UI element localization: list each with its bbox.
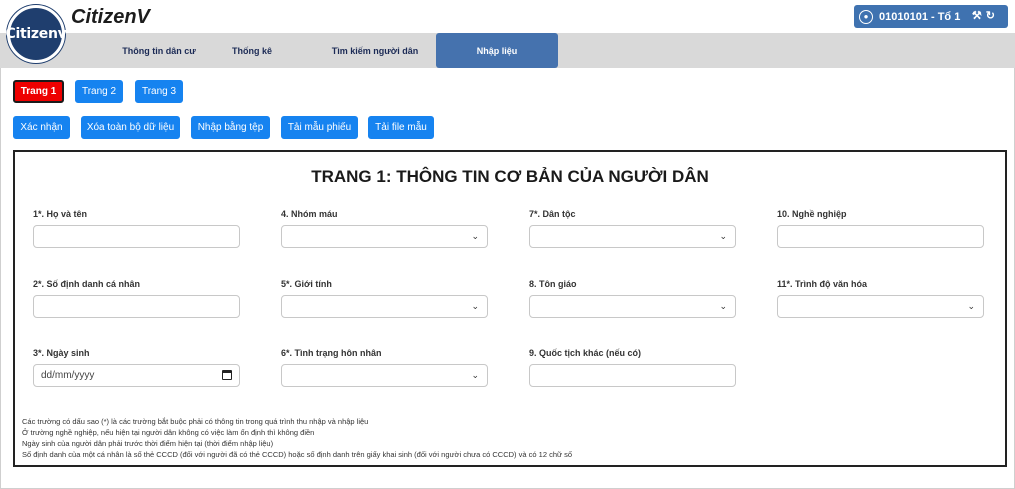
note-line: Ở trường nghề nghiệp, nếu hiện tại người… xyxy=(22,428,315,437)
form-panel: TRANG 1: THÔNG TIN CƠ BẢN CỦA NGƯỜI DÂN … xyxy=(13,150,1007,467)
ton-giao-select[interactable]: ⌄ xyxy=(529,295,736,318)
import-file-button[interactable]: Nhập bằng tệp xyxy=(191,116,270,139)
nghe-nghiep-input[interactable] xyxy=(777,225,984,248)
label-so-dinh-danh: 2*. Số định danh cá nhân xyxy=(33,279,141,289)
nav-tim-kiem[interactable]: Tìm kiếm người dân xyxy=(310,33,440,68)
gioi-tinh-select[interactable]: ⌄ xyxy=(281,295,488,318)
nhom-mau-select[interactable]: ⌄ xyxy=(281,225,488,248)
dan-toc-select[interactable]: ⌄ xyxy=(529,225,736,248)
label-hon-nhan: 6*. Tình trạng hôn nhân xyxy=(281,348,382,358)
page-2-button[interactable]: Trang 2 xyxy=(75,80,123,103)
page-3-button[interactable]: Trang 3 xyxy=(135,80,183,103)
logout-icon[interactable]: ↻ xyxy=(986,10,999,22)
nav-nhap-lieu[interactable]: Nhập liệu xyxy=(436,33,558,68)
label-gioi-tinh: 5*. Giới tính xyxy=(281,279,332,289)
chevron-down-icon: ⌄ xyxy=(471,301,479,311)
user-circle-icon: ● xyxy=(859,9,873,24)
trinh-do-select[interactable]: ⌄ xyxy=(777,295,984,318)
label-ho-ten: 1*. Họ và tên xyxy=(33,209,88,219)
download-sample-button[interactable]: Tải file mẫu xyxy=(368,116,434,139)
label-nhom-mau: 4. Nhóm máu xyxy=(281,209,338,219)
user-label: 01010101 - Tổ 1 xyxy=(879,10,961,23)
label-quoc-tich: 9. Quốc tịch khác (nếu có) xyxy=(529,348,642,358)
calendar-icon[interactable] xyxy=(222,370,232,380)
chevron-down-icon: ⌄ xyxy=(719,231,727,241)
user-menu[interactable]: ● 01010101 - Tổ 1 ⚒↻ xyxy=(854,5,1008,28)
page-1-button[interactable]: Trang 1 xyxy=(13,80,64,103)
note-line: Số định danh của một cá nhân là số thẻ C… xyxy=(22,450,573,459)
chevron-down-icon: ⌄ xyxy=(471,370,479,380)
header: CitizenV ● 01010101 - Tổ 1 ⚒↻ xyxy=(0,0,1015,33)
date-placeholder: dd/mm/yyyy xyxy=(41,370,95,381)
ngay-sinh-input[interactable]: dd/mm/yyyy xyxy=(33,364,240,387)
form-notes: Các trường có dấu sao (*) là các trường … xyxy=(22,416,572,460)
ho-ten-input[interactable] xyxy=(33,225,240,248)
label-ton-giao: 8. Tôn giáo xyxy=(529,279,577,289)
label-ngay-sinh: 3*. Ngày sinh xyxy=(33,348,90,358)
chevron-down-icon: ⌄ xyxy=(719,301,727,311)
hon-nhan-select[interactable]: ⌄ xyxy=(281,364,488,387)
label-trinh-do: 11*. Trình độ văn hóa xyxy=(777,279,868,289)
clear-all-button[interactable]: Xóa toàn bộ dữ liệu xyxy=(81,116,180,139)
logo-text: Citizenv xyxy=(5,26,67,42)
label-nghe-nghiep: 10. Nghề nghiệp xyxy=(777,209,847,219)
note-line: Các trường có dấu sao (*) là các trường … xyxy=(22,417,369,426)
label-dan-toc: 7*. Dân tộc xyxy=(529,209,576,219)
app-title: CitizenV xyxy=(71,6,150,28)
form-title: TRANG 1: THÔNG TIN CƠ BẢN CỦA NGƯỜI DÂN xyxy=(311,167,709,186)
nav-thong-ke[interactable]: Thống kê xyxy=(182,33,322,68)
note-line: Ngày sinh của người dân phải trước thời … xyxy=(22,439,274,448)
quoc-tich-input[interactable] xyxy=(529,364,736,387)
tools-icon[interactable]: ⚒ xyxy=(972,10,986,22)
download-form-button[interactable]: Tải mẫu phiếu xyxy=(281,116,358,139)
header-tools: ⚒↻ xyxy=(972,9,999,22)
logo[interactable]: Citizenv xyxy=(5,5,67,63)
chevron-down-icon: ⌄ xyxy=(967,301,975,311)
so-dinh-danh-input[interactable] xyxy=(33,295,240,318)
main-nav: Thông tin dân cư Thống kê Tìm kiếm người… xyxy=(0,33,1015,68)
chevron-down-icon: ⌄ xyxy=(471,231,479,241)
confirm-button[interactable]: Xác nhận xyxy=(13,116,70,139)
